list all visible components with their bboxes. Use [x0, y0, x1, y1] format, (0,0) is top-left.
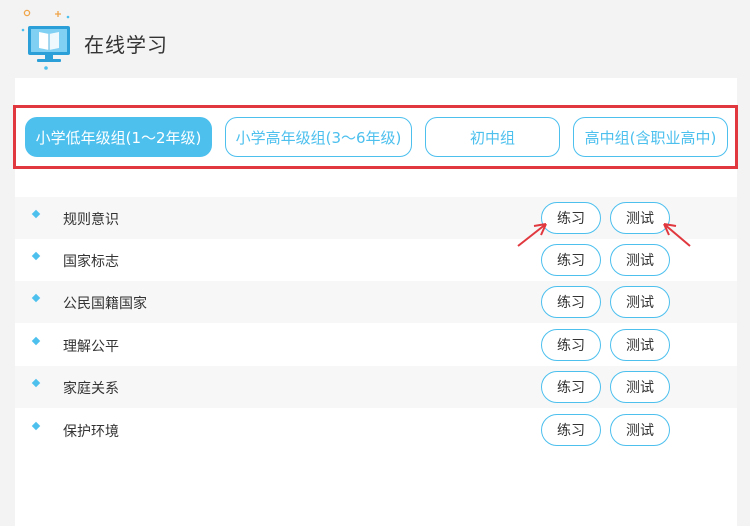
lesson-title: 保护环境 [63, 424, 119, 440]
test-button[interactable]: 测试 [610, 414, 670, 446]
test-button[interactable]: 测试 [610, 244, 670, 276]
tab-senior-high[interactable]: 高中组(含职业高中) [573, 117, 728, 157]
page-header: 在线学习 [0, 0, 750, 78]
computer-book-icon [21, 9, 70, 70]
list-item: 公民国籍国家 练习 测试 [15, 281, 737, 323]
test-button[interactable]: 测试 [610, 329, 670, 361]
list-item: 国家标志 练习 测试 [15, 239, 737, 281]
practice-button[interactable]: 练习 [541, 414, 601, 446]
list-item: 保护环境 练习 测试 [15, 409, 737, 451]
lesson-title: 规则意识 [63, 212, 119, 228]
tab-primary-lower[interactable]: 小学低年级组(1～2年级) [25, 117, 212, 157]
lesson-title: 理解公平 [63, 339, 119, 355]
lesson-title: 国家标志 [63, 254, 119, 270]
list-item: 家庭关系 练习 测试 [15, 366, 737, 408]
practice-button[interactable]: 练习 [541, 371, 601, 403]
diamond-bullet-icon [31, 209, 41, 219]
diamond-bullet-icon [31, 421, 41, 431]
practice-button[interactable]: 练习 [541, 244, 601, 276]
lesson-title: 家庭关系 [63, 381, 119, 397]
test-button[interactable]: 测试 [610, 371, 670, 403]
tab-junior-high[interactable]: 初中组 [425, 117, 560, 157]
practice-button[interactable]: 练习 [541, 286, 601, 318]
test-button[interactable]: 测试 [610, 202, 670, 234]
diamond-bullet-icon [31, 378, 41, 388]
page-title: 在线学习 [84, 33, 168, 57]
practice-button[interactable]: 练习 [541, 202, 601, 234]
diamond-bullet-icon [31, 336, 41, 346]
practice-button[interactable]: 练习 [541, 329, 601, 361]
list-item: 理解公平 练习 测试 [15, 324, 737, 366]
diamond-bullet-icon [31, 293, 41, 303]
lesson-title: 公民国籍国家 [63, 296, 147, 312]
diamond-bullet-icon [31, 251, 41, 261]
list-item: 规则意识 练习 测试 [15, 197, 737, 239]
test-button[interactable]: 测试 [610, 286, 670, 318]
tab-primary-upper[interactable]: 小学高年级组(3～6年级) [225, 117, 412, 157]
